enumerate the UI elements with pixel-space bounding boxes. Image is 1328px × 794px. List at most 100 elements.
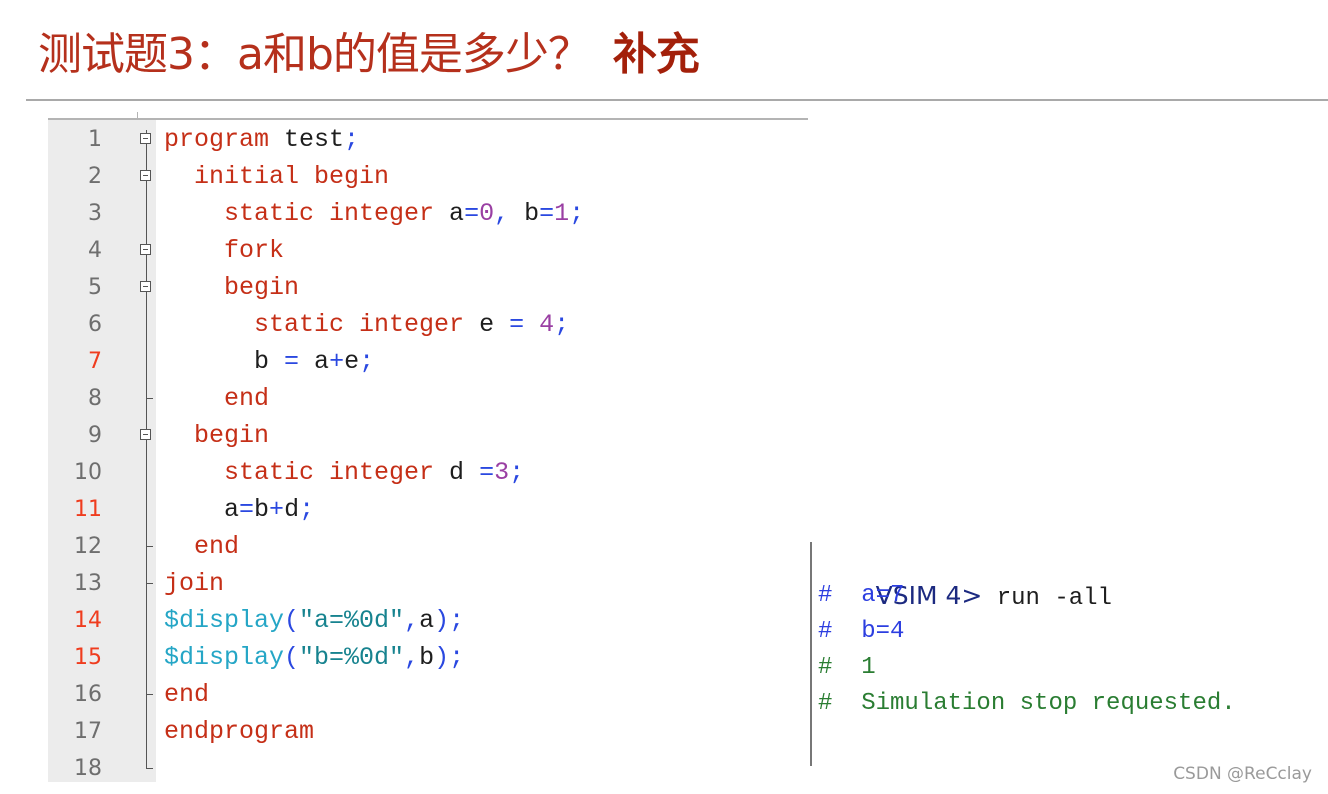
line-number[interactable]: 1 xyxy=(48,121,102,158)
line-number[interactable]: 4 xyxy=(48,232,102,269)
code-token: = xyxy=(509,310,525,339)
code-token: ); xyxy=(434,606,465,635)
code-token: a xyxy=(419,606,435,635)
code-line[interactable]: 14 $display("a=%0d",a); xyxy=(48,602,808,639)
line-number-breakpoint[interactable]: 14 xyxy=(48,602,102,639)
slide-title-suffix: 补充 xyxy=(612,29,700,80)
code-token: endprogram xyxy=(164,717,315,746)
code-line[interactable]: 3 static integer a=0, b=1; xyxy=(48,195,808,232)
code-line[interactable]: 7 b = a+e; xyxy=(48,343,808,380)
code-token: end xyxy=(164,532,240,561)
code-token: a xyxy=(434,199,465,228)
console-command-line: VSIM 4> run -all xyxy=(818,542,1112,612)
code-line[interactable]: 18 xyxy=(48,750,808,787)
code-line[interactable]: 2 initial begin xyxy=(48,158,808,195)
editor-ruler-tick xyxy=(137,112,138,120)
code-token: , xyxy=(404,606,420,635)
code-token: b xyxy=(509,199,540,228)
line-number[interactable]: 16 xyxy=(48,676,102,713)
fold-end-marker xyxy=(146,546,153,547)
code-line[interactable]: 16 end xyxy=(48,676,808,713)
line-number-breakpoint[interactable]: 11 xyxy=(48,491,102,528)
fold-collapse-icon[interactable] xyxy=(140,244,151,255)
editor-top-border xyxy=(48,118,808,120)
code-token: 1 xyxy=(554,199,570,228)
code-token: 0 xyxy=(479,199,495,228)
code-text: join xyxy=(164,565,224,602)
code-line[interactable]: 1 program test; xyxy=(48,121,808,158)
simulator-console: VSIM 4> run -all # a=7 # b=4 # 1 # Simulati… xyxy=(810,542,1328,766)
code-token: join xyxy=(164,569,225,598)
fold-collapse-icon[interactable] xyxy=(140,170,151,181)
line-number[interactable]: 12 xyxy=(48,528,102,565)
code-text: b = a+e; xyxy=(164,343,374,380)
line-number[interactable]: 6 xyxy=(48,306,102,343)
code-token: ; xyxy=(509,458,525,487)
line-number[interactable]: 9 xyxy=(48,417,102,454)
code-token: begin xyxy=(164,273,300,302)
code-token: b xyxy=(419,643,435,672)
code-line[interactable]: 12 end xyxy=(48,528,808,565)
code-token: + xyxy=(269,495,285,524)
code-token: = xyxy=(464,199,480,228)
line-number-breakpoint[interactable]: 7 xyxy=(48,343,102,380)
console-output-line: # 1 xyxy=(818,654,876,681)
code-token: ; xyxy=(359,347,375,376)
code-token: e xyxy=(464,310,510,339)
code-token: ; xyxy=(569,199,585,228)
code-token: , xyxy=(494,199,510,228)
code-line[interactable]: 5 begin xyxy=(48,269,808,306)
code-token: "b=%0d" xyxy=(299,643,405,672)
code-token: $display xyxy=(164,643,285,672)
line-number[interactable]: 10 xyxy=(48,454,102,491)
code-token: d xyxy=(284,495,300,524)
fold-collapse-icon[interactable] xyxy=(140,133,151,144)
code-token: ); xyxy=(434,643,465,672)
code-token: b xyxy=(164,347,285,376)
slide-title: 测试题3：a和b的值是多少？ 补充 xyxy=(38,18,700,82)
code-token: fork xyxy=(164,236,285,265)
code-line[interactable]: 9 begin xyxy=(48,417,808,454)
line-number[interactable]: 18 xyxy=(48,750,102,787)
console-output-line: # Simulation stop requested. xyxy=(818,690,1236,717)
line-number[interactable]: 17 xyxy=(48,713,102,750)
code-token: ; xyxy=(344,125,360,154)
code-line[interactable]: 10 static integer d =3; xyxy=(48,454,808,491)
code-text: fork xyxy=(164,232,284,269)
code-token: + xyxy=(329,347,345,376)
code-text: a=b+d; xyxy=(164,491,314,528)
code-token: ( xyxy=(284,606,300,635)
code-token: program xyxy=(164,125,270,154)
line-number[interactable]: 3 xyxy=(48,195,102,232)
code-token: ; xyxy=(554,310,570,339)
code-editor: 1 program test; 2 initial begin 3 static in… xyxy=(48,112,808,782)
line-number[interactable]: 2 xyxy=(48,158,102,195)
code-line[interactable]: 17 endprogram xyxy=(48,713,808,750)
code-token: ; xyxy=(299,495,315,524)
code-text: begin xyxy=(164,417,269,454)
line-number[interactable]: 13 xyxy=(48,565,102,602)
line-number-breakpoint[interactable]: 15 xyxy=(48,639,102,676)
code-line[interactable]: 4 fork xyxy=(48,232,808,269)
code-text: initial begin xyxy=(164,158,389,195)
code-text: end xyxy=(164,676,209,713)
code-text: static integer a=0, b=1; xyxy=(164,195,584,232)
code-text: $display("b=%0d",b); xyxy=(164,639,464,676)
code-text: begin xyxy=(164,269,299,306)
code-line[interactable]: 6 static integer e = 4; xyxy=(48,306,808,343)
code-token: end xyxy=(164,384,270,413)
code-text: program test; xyxy=(164,121,359,158)
line-number[interactable]: 5 xyxy=(48,269,102,306)
code-token: begin xyxy=(164,421,270,450)
code-text: end xyxy=(164,380,269,417)
line-number[interactable]: 8 xyxy=(48,380,102,417)
code-token: end xyxy=(164,680,210,709)
fold-collapse-icon[interactable] xyxy=(140,429,151,440)
fold-collapse-icon[interactable] xyxy=(140,281,151,292)
code-line[interactable]: 13 join xyxy=(48,565,808,602)
console-command: run -all xyxy=(982,585,1112,612)
code-line[interactable]: 8 end xyxy=(48,380,808,417)
code-line[interactable]: 11 a=b+d; xyxy=(48,491,808,528)
code-line[interactable]: 15 $display("b=%0d",b); xyxy=(48,639,808,676)
code-token: test xyxy=(269,125,345,154)
